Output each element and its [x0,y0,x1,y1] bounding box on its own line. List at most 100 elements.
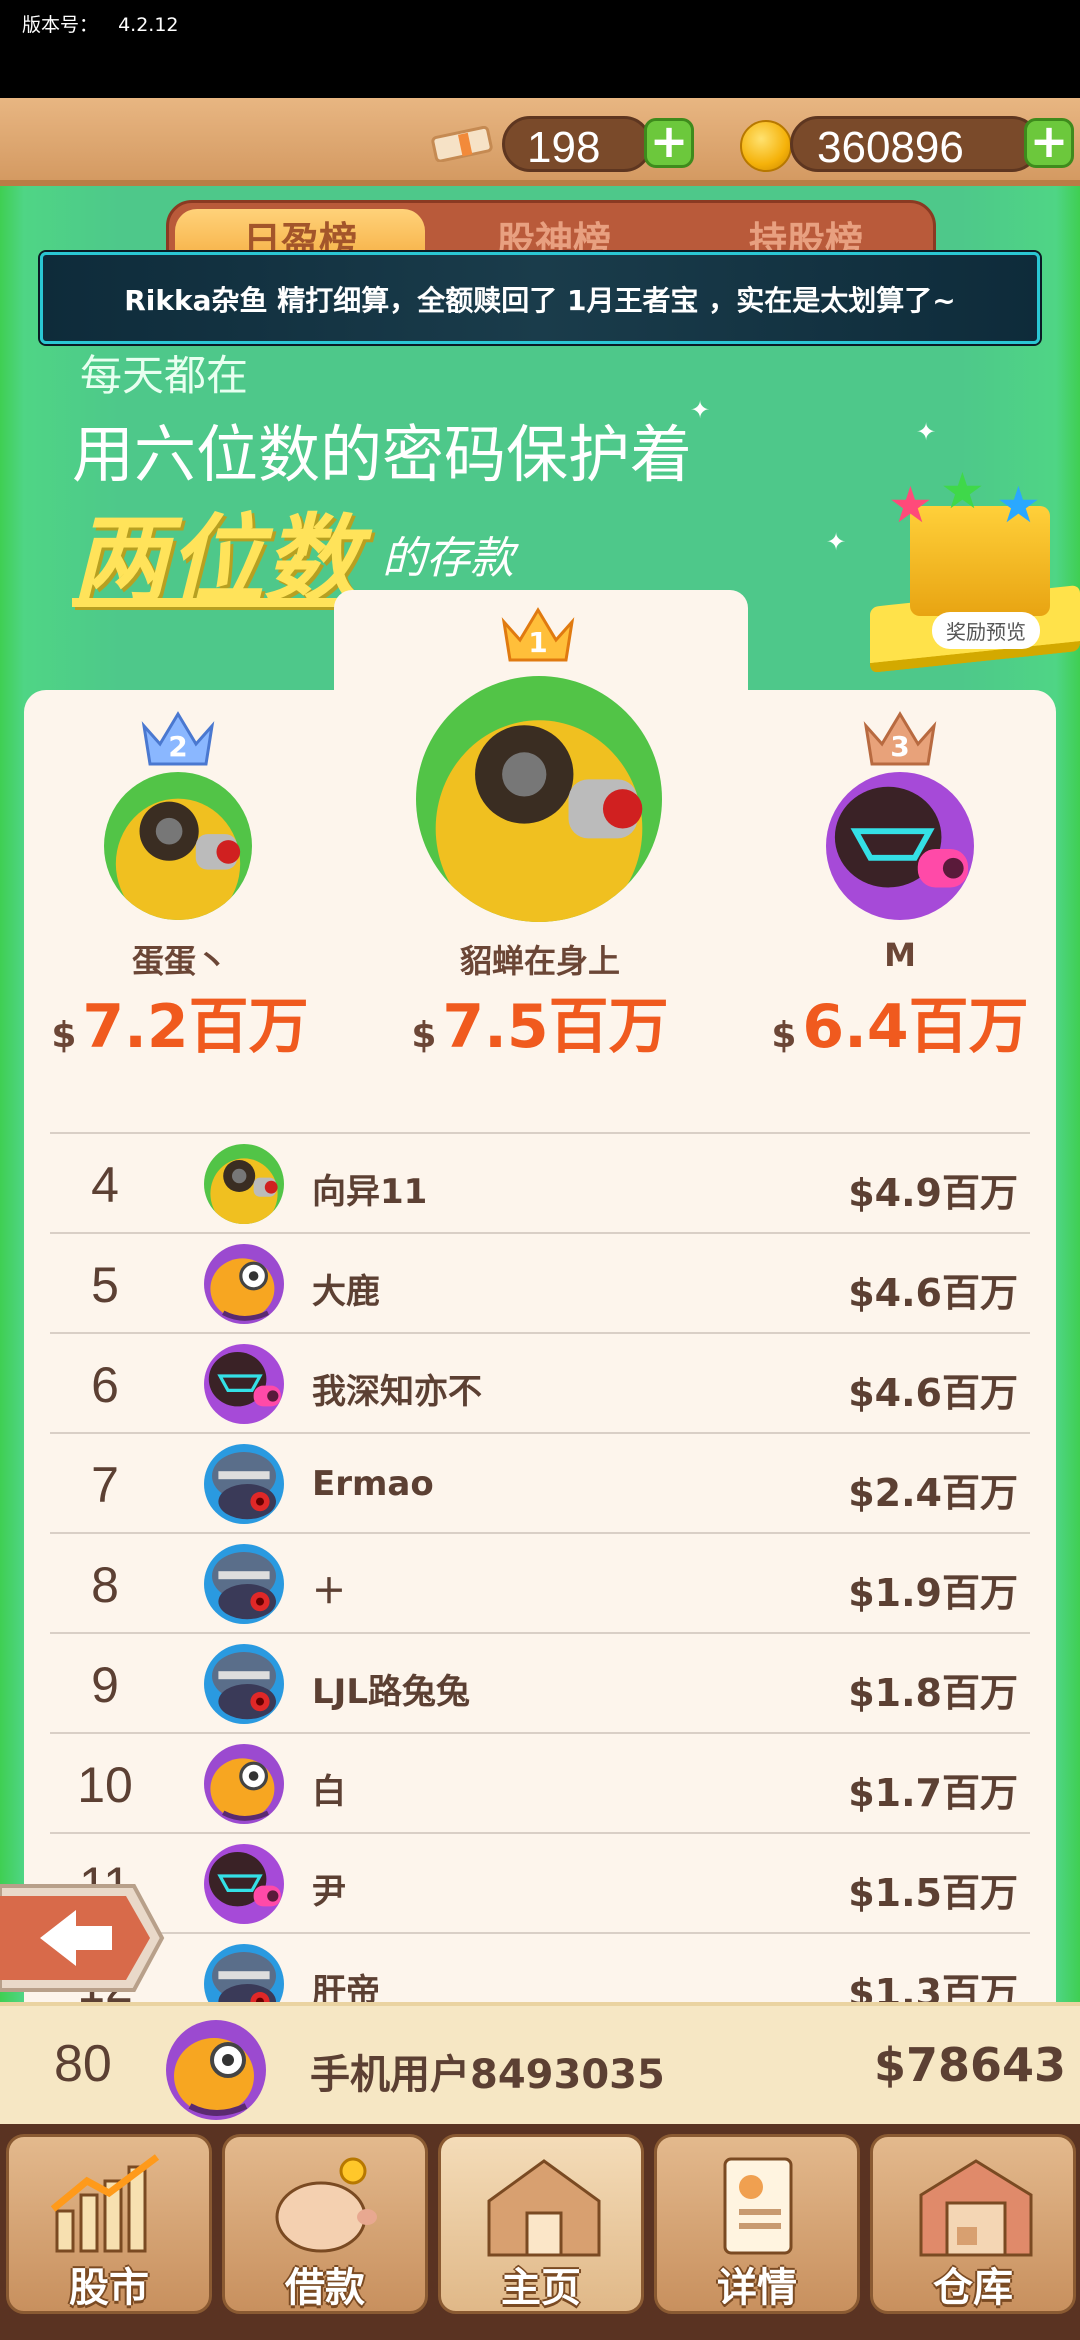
back-arrow-button[interactable] [0,1880,166,1996]
list-rank: 10 [77,1757,133,1813]
announcement-marquee: Rikka杂鱼 精打细算，全额赎回了 1月王者宝 ，实在是太划算了~ [40,252,1040,344]
blue-helmet-avatar-icon [204,1444,284,1524]
nav-label: 借款 [285,2265,365,2311]
sparkle-icon: ✦ [690,396,711,424]
add-ticket-button[interactable]: + [644,118,694,168]
list-item[interactable]: 9 LJL路兔兔 $1.8百万 [50,1632,1030,1732]
list-amount: $1.8百万 [848,1671,1018,1715]
avatar[interactable] [204,1344,284,1424]
list-item[interactable]: 6 我深知亦不 $4.6百万 [50,1332,1030,1432]
add-coin-button[interactable]: + [1024,118,1074,168]
nav-button-4[interactable]: 仓库 [870,2134,1076,2314]
nav-label: 股市 [69,2265,149,2311]
app-root: 版本号： 4.2.12 198 + 360896 + 日盈榜 股神榜 持股榜 R… [0,0,1080,2340]
rank-3-number: 3 [890,730,909,763]
rank-2-amount: $7.2百万 [20,978,340,1065]
list-name: ＋ [312,1572,346,1612]
ad-line-1: 每天都在 [80,351,249,400]
list-item[interactable]: 11尹$1.5百万 [50,1832,1030,1932]
version-value: 4.2.12 [118,14,179,36]
ranking-list: 4 向异11 $4.9百万 5 大鹿 $4.6百万 6 我深知亦不 $4.6百万 7 Ermao $2… [50,1132,1030,2032]
coin-count: 360896 [817,123,964,172]
rank-1-number: 1 [528,626,547,659]
list-amount: $4.6百万 [848,1271,1018,1315]
list-name: LJL路兔兔 [312,1672,470,1712]
my-name: 手机用户8493035 [310,2052,665,2098]
list-name: 白 [312,1772,346,1812]
avatar[interactable] [204,1444,284,1524]
avatar[interactable] [416,676,662,922]
yellow-mask-avatar-icon [104,772,252,920]
list-item[interactable]: 7 Ermao $2.4百万 [50,1432,1030,1532]
warehouse-icon [919,2159,1033,2257]
avatar[interactable] [204,1144,284,1224]
rank-2-value: 7.2百万 [82,992,309,1062]
nav-label: 主页 [501,2265,581,2311]
avatar[interactable] [104,772,252,920]
my-amount: $78643 [873,2038,1066,2092]
nav-button-0[interactable]: 股市 [6,2134,212,2314]
coin-icon [740,120,792,172]
list-rank: 6 [91,1357,119,1413]
avatar[interactable] [204,1744,284,1824]
my-rank: 80 [54,2035,112,2093]
avatar[interactable] [204,1644,284,1724]
ticket-pill: 198 [502,116,652,172]
bronze-crown-icon: 3 [863,711,937,766]
list-rank: 8 [91,1557,119,1613]
yellow-mask-avatar-icon [416,676,662,922]
avatar[interactable] [204,1844,284,1924]
list-item[interactable]: 10 白 $1.7百万 [50,1732,1030,1832]
dollar-sign: $ [51,1015,77,1056]
ad-line-4: 的存款 [382,533,514,584]
house-icon [487,2159,601,2257]
orange-bird-avatar-icon [204,1244,284,1324]
nav-button-2[interactable]: 主页 [438,2134,644,2314]
blue-helmet-avatar-icon [204,1644,284,1724]
orange-bird-avatar-icon [166,2020,266,2120]
ticket-count: 198 [527,123,601,172]
star-icon: ★ [888,476,933,534]
sparkle-icon: ✦ [826,528,847,556]
nav-label: 仓库 [933,2265,1013,2311]
avatar[interactable] [826,772,974,920]
list-item[interactable]: 4 向异11 $4.9百万 [50,1132,1030,1232]
avatar[interactable] [204,1244,284,1324]
piggy-bank-icon [275,2157,377,2253]
purple-visor-avatar-icon [204,1344,284,1424]
rank-3-name: M [884,936,916,974]
orange-bird-avatar-icon [204,1744,284,1824]
list-name: 我深知亦不 [312,1372,482,1412]
nav-button-3[interactable]: 详情 [654,2134,860,2314]
gold-crown-icon: 1 [501,607,575,662]
avatar[interactable] [166,2020,266,2120]
ad-line-2: 用六位数的密码保护着 [72,418,693,491]
rank-1-name: 貂蝉在身上 [459,942,620,980]
list-name: 大鹿 [312,1272,380,1312]
reward-preview-label: 奖励预览 [932,612,1040,649]
yellow-mask-avatar-icon [204,1144,284,1224]
list-amount: $2.4百万 [848,1471,1018,1515]
rank-2-number: 2 [168,730,187,763]
list-name: 尹 [312,1872,346,1912]
my-rank-bar: 80 手机用户8493035 $78643 [0,2002,1080,2124]
nav-label: 详情 [717,2265,797,2311]
list-amount: $1.5百万 [848,1871,1018,1915]
dollar-sign: $ [411,1015,437,1056]
coin-pill: 360896 [790,116,1040,172]
list-name: Ermao [312,1464,434,1504]
purple-visor-avatar-icon [826,772,974,920]
list-rank: 4 [91,1157,119,1213]
list-item[interactable]: 5 大鹿 $4.6百万 [50,1232,1030,1332]
status-bar: 版本号： 4.2.12 [0,0,1080,98]
list-item[interactable]: 8 ＋ $1.9百万 [50,1532,1030,1632]
list-rank: 7 [91,1457,119,1513]
star-icon: ★ [996,476,1041,534]
ticket-icon [431,126,493,162]
version-label: 版本号： [22,14,99,36]
reward-preview-button[interactable]: ★ ★ ★ 奖励预览 [870,462,1080,686]
marquee-text: Rikka杂鱼 精打细算，全额赎回了 1月王者宝 ，实在是太划算了~ [124,284,956,317]
avatar[interactable] [204,1544,284,1624]
nav-button-1[interactable]: 借款 [222,2134,428,2314]
list-amount: $1.7百万 [848,1771,1018,1815]
